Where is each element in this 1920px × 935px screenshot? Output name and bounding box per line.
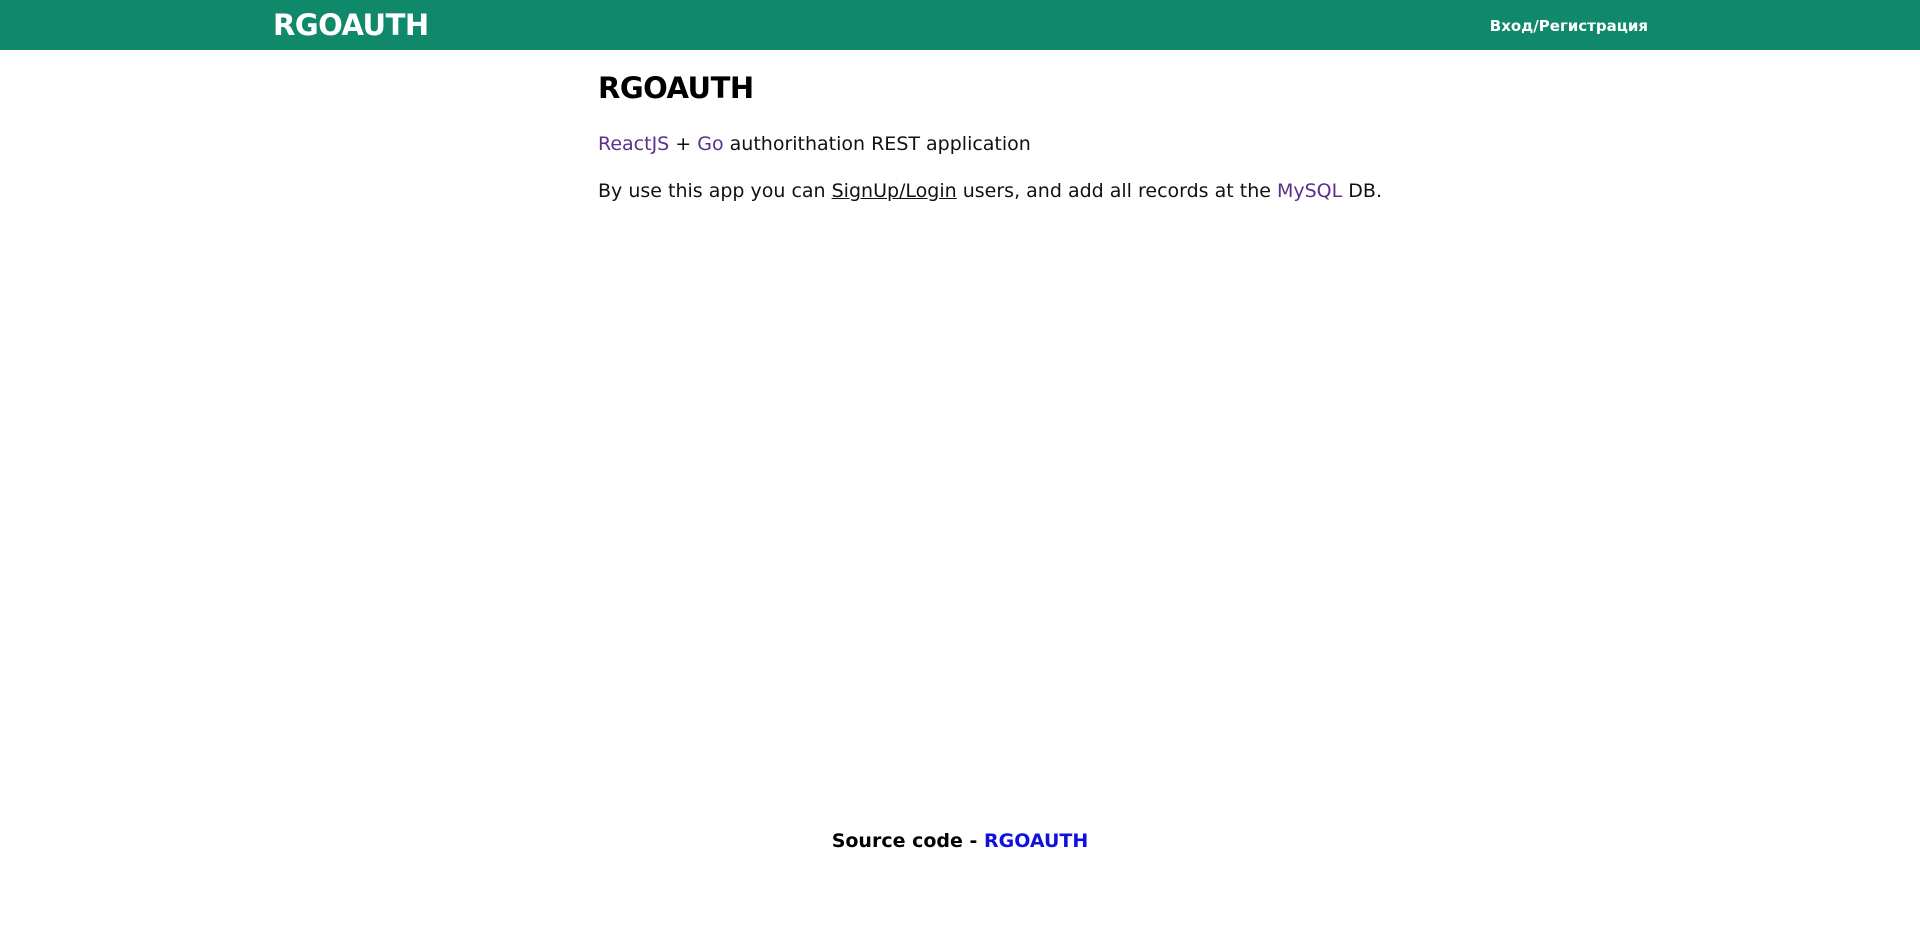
mysql-link[interactable]: MySQL xyxy=(1277,180,1342,202)
plus-separator: + xyxy=(669,133,698,155)
reactjs-link[interactable]: ReactJS xyxy=(598,133,669,155)
usage-line: By use this app you can SignUp/Login use… xyxy=(598,180,1382,202)
usage-text-start: By use this app you can xyxy=(598,180,832,202)
top-navbar: RGOAUTH Вход/Регистрация xyxy=(0,0,1920,50)
signup-login-link[interactable]: SignUp/Login xyxy=(832,180,957,202)
login-register-link[interactable]: Вход/Регистрация xyxy=(1490,17,1648,35)
brand-logo-link[interactable]: RGOAUTH xyxy=(273,8,429,42)
footer: Source code - RGOAUTH xyxy=(0,830,1920,852)
description-line: ReactJS + Go authorithation REST applica… xyxy=(598,133,1031,155)
usage-text-middle: users, and add all records at the xyxy=(956,180,1277,202)
source-code-link[interactable]: RGOAUTH xyxy=(984,830,1088,852)
go-link[interactable]: Go xyxy=(697,133,723,155)
page-title: RGOAUTH xyxy=(598,71,754,105)
usage-text-end: DB. xyxy=(1342,180,1382,202)
main-content: RGOAUTH ReactJS + Go authorithation REST… xyxy=(598,71,1498,202)
source-code-label: Source code - xyxy=(831,830,985,852)
description-text: authorithation REST application xyxy=(723,133,1031,155)
